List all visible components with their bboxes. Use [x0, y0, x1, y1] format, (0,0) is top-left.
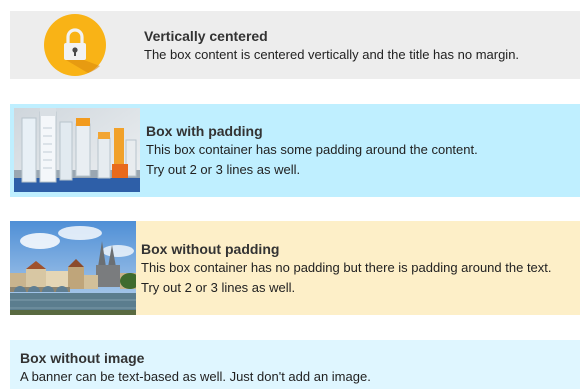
banner-content: Box with padding This box container has … — [146, 122, 478, 180]
banner-text-line-1: This box container has no padding but th… — [141, 260, 552, 275]
banner-vertically-centered: Vertically centered The box content is c… — [10, 11, 580, 79]
banner-title: Box with padding — [146, 123, 263, 139]
lab-test-tubes-image — [14, 108, 140, 192]
banner-text-line-2: Try out 2 or 3 lines as well. — [141, 280, 296, 295]
lock-icon — [44, 14, 106, 76]
banner-content: Box without padding This box container h… — [141, 240, 552, 298]
banner-text-line-1: This box container has some padding arou… — [146, 142, 478, 157]
banner-text: A banner can be text-based as well. Just… — [20, 369, 371, 384]
banner-text: The box content is centered vertically a… — [144, 47, 520, 62]
banner-box-without-image: Box without image A banner can be text-b… — [10, 340, 580, 389]
banner-content: Box without image A banner can be text-b… — [20, 349, 371, 387]
banner-title: Box without image — [20, 350, 145, 366]
banner-title: Vertically centered — [144, 28, 268, 44]
banner-title: Box without padding — [141, 241, 280, 257]
banner-box-without-padding: Box without padding This box container h… — [10, 221, 580, 315]
banner-content: Vertically centered The box content is c… — [144, 27, 519, 65]
city-riverside-image — [10, 221, 136, 315]
banner-box-with-padding: Box with padding This box container has … — [10, 104, 580, 197]
banner-text-line-2: Try out 2 or 3 lines as well. — [146, 162, 301, 177]
